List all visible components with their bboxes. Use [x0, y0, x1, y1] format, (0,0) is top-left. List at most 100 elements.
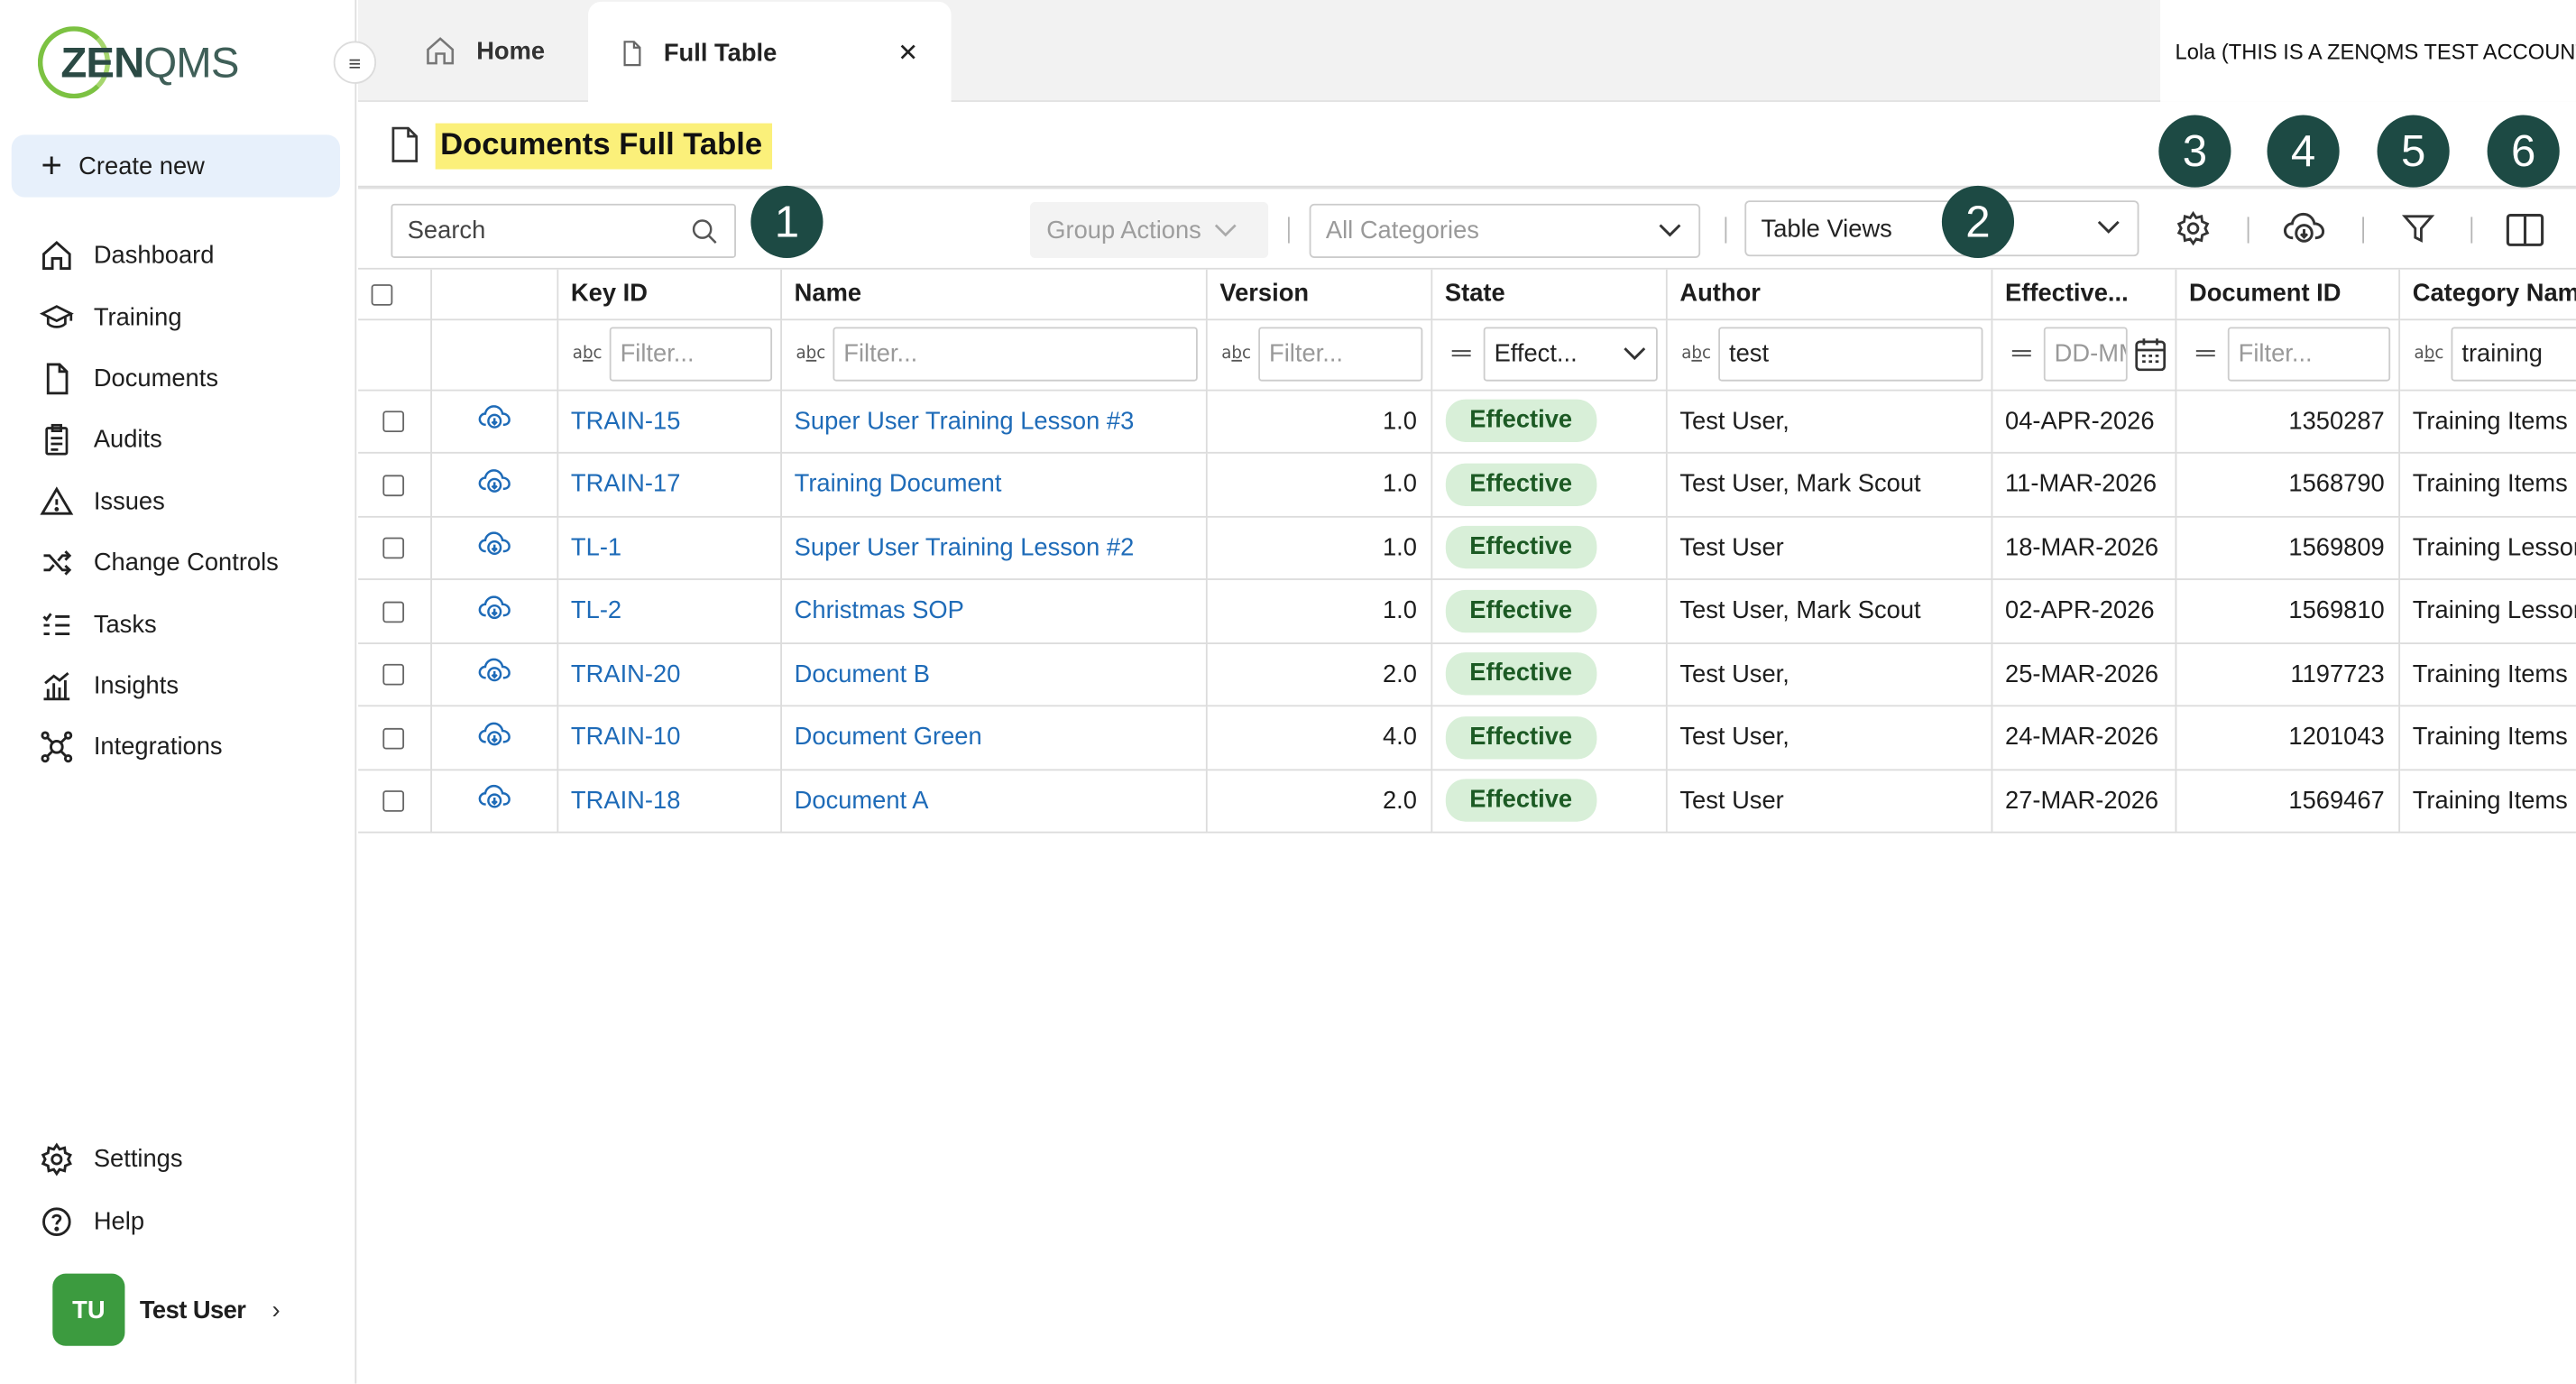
column-header-state[interactable]: State	[1431, 269, 1667, 320]
row-checkbox[interactable]	[382, 538, 405, 559]
table-row[interactable]: TL-2 Christmas SOP 1.0 Effective Test User, …	[358, 579, 2576, 644]
select-all-checkbox[interactable]	[371, 283, 393, 306]
sidebar-item-label: Training	[93, 303, 182, 332]
row-checkbox[interactable]	[382, 790, 405, 813]
filter-name[interactable]: Filter...	[832, 327, 1197, 382]
cloud-download-icon[interactable]	[475, 719, 511, 749]
row-checkbox[interactable]	[382, 474, 405, 496]
chevron-right-icon: ›	[271, 1296, 281, 1324]
row-checkbox[interactable]	[382, 411, 405, 433]
account-name[interactable]: Lola (THIS IS A ZENQMS TEST ACCOUNT)	[2160, 0, 2576, 102]
filter-author[interactable]: test	[1717, 327, 1983, 382]
cloud-download-icon[interactable]	[475, 403, 511, 433]
gear-icon[interactable]	[2176, 210, 2212, 246]
version-cell: 1.0	[1205, 452, 1432, 517]
table-row[interactable]: TRAIN-20 Document B 2.0 Effective Test User,…	[358, 642, 2576, 707]
sidebar-item-audits[interactable]: Audits	[0, 410, 356, 471]
sidebar-item-change-controls[interactable]: Change Controls	[0, 532, 356, 594]
close-icon[interactable]: ✕	[897, 38, 918, 68]
category-cell: Training Items	[2398, 642, 2576, 707]
categories-select[interactable]: All Categories	[1309, 203, 1701, 258]
effective-date-cell: 02-APR-2026	[1991, 579, 2176, 644]
column-header-version[interactable]: Version	[1205, 269, 1432, 320]
sidebar-item-insights[interactable]: Insights	[0, 655, 356, 716]
create-new-button[interactable]: + Create new	[11, 134, 341, 198]
row-checkbox[interactable]	[382, 664, 405, 687]
tab-full-table[interactable]: Full Table ✕	[588, 1, 952, 104]
equals-filter-icon[interactable]: ═	[2001, 339, 2043, 369]
sidebar-item-training[interactable]: Training	[0, 287, 356, 348]
filter-document-id[interactable]: Filter...	[2226, 327, 2390, 382]
table-row[interactable]: TL-1 Super User Training Lesson #2 1.0 Effe…	[358, 515, 2576, 580]
document-id-cell: 1569809	[2175, 515, 2400, 580]
zenqms-logo[interactable]: ZENQMS	[37, 23, 239, 101]
column-header-author[interactable]: Author	[1665, 269, 1992, 320]
column-header-key-id[interactable]: Key ID	[557, 269, 782, 320]
collapse-sidebar-button[interactable]: ≡	[333, 41, 377, 84]
sidebar-item-dashboard[interactable]: Dashboard	[0, 226, 356, 287]
sidebar-item-integrations[interactable]: Integrations	[0, 716, 356, 778]
sidebar-item-tasks[interactable]: Tasks	[0, 594, 356, 655]
equals-filter-icon[interactable]: ═	[1440, 339, 1482, 369]
user-menu[interactable]: TU Test User ›	[52, 1273, 281, 1346]
document-name-link[interactable]: Super User Training Lesson #3	[780, 389, 1207, 454]
document-name-link[interactable]: Document Green	[780, 706, 1207, 770]
equals-filter-icon[interactable]: ═	[2185, 339, 2227, 369]
sidebar-item-issues[interactable]: Issues	[0, 471, 356, 532]
category-cell: Training Lessons	[2398, 579, 2576, 644]
key-id-link[interactable]: TRAIN-10	[557, 706, 782, 770]
filter-key-id[interactable]: Filter...	[608, 327, 772, 382]
sidebar-item-documents[interactable]: Documents	[0, 348, 356, 410]
document-name-link[interactable]: Christmas SOP	[780, 579, 1207, 644]
text-filter-icon[interactable]: abc	[1675, 345, 1717, 363]
filter-category[interactable]: training	[2450, 327, 2576, 382]
cloud-download-icon[interactable]	[475, 656, 511, 686]
columns-panel-icon[interactable]	[2506, 212, 2545, 248]
document-name-link[interactable]: Training Document	[780, 452, 1207, 517]
key-id-link[interactable]: TL-1	[557, 515, 782, 580]
cloud-download-icon[interactable]	[475, 466, 511, 496]
cloud-download-icon[interactable]	[475, 530, 511, 559]
sidebar-item-help[interactable]: Help	[0, 1190, 356, 1251]
row-select-cell	[358, 642, 432, 707]
version-cell: 1.0	[1205, 579, 1432, 644]
table-row[interactable]: TRAIN-18 Document A 2.0 Effective Test User 2…	[358, 769, 2576, 834]
table-row[interactable]: TRAIN-17 Training Document 1.0 Effective Tes…	[358, 452, 2576, 517]
document-name-link[interactable]: Document A	[780, 769, 1207, 834]
text-filter-icon[interactable]: abc	[1215, 345, 1257, 363]
key-id-link[interactable]: TRAIN-17	[557, 452, 782, 517]
row-select-cell	[358, 452, 432, 517]
table-row[interactable]: TRAIN-10 Document Green 4.0 Effective Test U…	[358, 706, 2576, 770]
search-input[interactable]: Search	[391, 203, 736, 258]
text-filter-icon[interactable]: abc	[2407, 345, 2450, 363]
cloud-download-icon[interactable]	[475, 782, 511, 812]
table-row[interactable]: TRAIN-15 Super User Training Lesson #3 1.0…	[358, 389, 2576, 454]
group-actions-dropdown[interactable]: Group Actions	[1030, 202, 1269, 258]
filter-version[interactable]: Filter...	[1257, 327, 1422, 382]
column-header-document-id[interactable]: Document ID	[2175, 269, 2400, 320]
key-id-link[interactable]: TRAIN-18	[557, 769, 782, 834]
key-id-link[interactable]: TRAIN-20	[557, 642, 782, 707]
filter-spacer	[358, 318, 432, 391]
sidebar-item-label: Documents	[93, 364, 219, 393]
key-id-link[interactable]: TRAIN-15	[557, 389, 782, 454]
annotation-badge-2: 2	[1941, 185, 2015, 258]
document-name-link[interactable]: Document B	[780, 642, 1207, 707]
text-filter-icon[interactable]: abc	[566, 345, 608, 363]
column-header-category[interactable]: Category Name	[2398, 269, 2576, 320]
row-checkbox[interactable]	[382, 727, 405, 750]
filter-effective-date[interactable]: DD-MMM-YYYY	[2042, 327, 2127, 382]
filter-state[interactable]: Effect...	[1482, 327, 1657, 382]
cloud-download-icon[interactable]	[475, 593, 511, 623]
document-name-link[interactable]: Super User Training Lesson #2	[780, 515, 1207, 580]
filter-icon[interactable]	[2400, 210, 2436, 246]
cloud-download-icon[interactable]	[2282, 208, 2326, 248]
text-filter-icon[interactable]: abc	[789, 345, 832, 363]
calendar-icon[interactable]	[2133, 336, 2166, 372]
row-checkbox[interactable]	[382, 601, 405, 623]
sidebar-item-settings[interactable]: Settings	[0, 1129, 356, 1190]
key-id-link[interactable]: TL-2	[557, 579, 782, 644]
column-header-name[interactable]: Name	[780, 269, 1207, 320]
column-header-effective[interactable]: Effective...	[1991, 269, 2176, 320]
tab-home[interactable]: Home	[424, 0, 545, 102]
